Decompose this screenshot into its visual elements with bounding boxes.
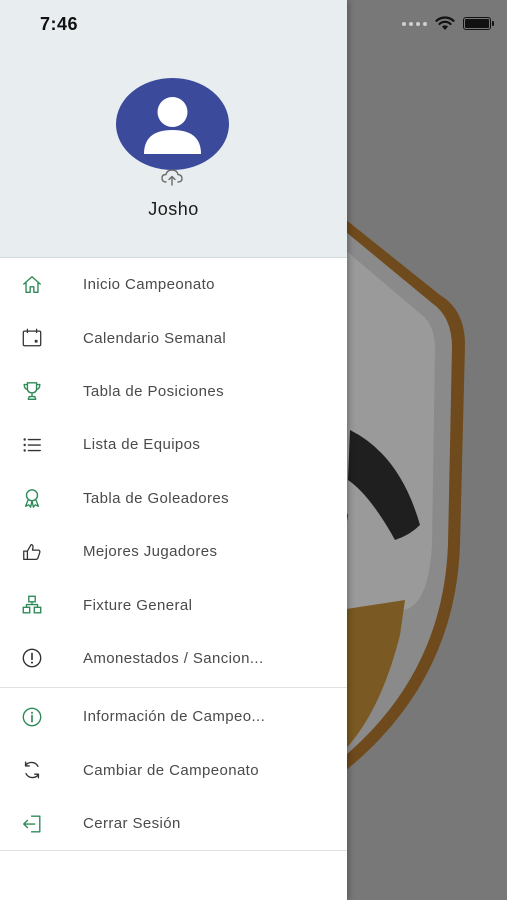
info-icon — [20, 705, 44, 729]
trophy-icon — [20, 379, 44, 403]
menu-item-label: Fixture General — [83, 596, 193, 614]
menu-item-label: Inicio Campeonato — [83, 276, 215, 294]
award-icon — [20, 486, 44, 510]
secondary-menu: Información de Campeo... Cambiar de Camp… — [0, 690, 347, 850]
menu-item-label: Cerrar Sesión — [83, 815, 181, 833]
menu-item-mejores-jugadores[interactable]: Mejores Jugadores — [0, 525, 347, 578]
menu-item-label: Información de Campeo... — [83, 708, 266, 726]
menu-item-tabla-posiciones[interactable]: Tabla de Posiciones — [0, 365, 347, 418]
menu-item-informacion-campeonato[interactable]: Información de Campeo... — [0, 690, 347, 743]
menu-item-label: Cambiar de Campeonato — [83, 761, 259, 779]
alert-icon — [20, 646, 44, 670]
list-icon — [20, 433, 44, 457]
main-menu: Inicio Campeonato Calendario Semanal Tab… — [0, 258, 347, 685]
navigation-drawer: Josho Inicio Campeonato Calendario Seman… — [0, 0, 347, 900]
fixture-icon — [20, 593, 44, 617]
menu-item-calendario-semanal[interactable]: Calendario Semanal — [0, 311, 347, 364]
menu-item-label: Mejores Jugadores — [83, 543, 218, 561]
menu-item-inicio-campeonato[interactable]: Inicio Campeonato — [0, 258, 347, 311]
menu-item-lista-equipos[interactable]: Lista de Equipos — [0, 418, 347, 471]
menu-item-cerrar-sesion[interactable]: Cerrar Sesión — [0, 797, 347, 850]
wifi-icon — [435, 16, 455, 30]
menu-item-tabla-goleadores[interactable]: Tabla de Goleadores — [0, 472, 347, 525]
status-time: 7:46 — [40, 14, 79, 34]
menu-item-label: Calendario Semanal — [83, 329, 227, 347]
thumbs-up-icon — [20, 540, 44, 564]
menu-item-label: Tabla de Goleadores — [83, 489, 230, 507]
home-icon — [20, 273, 44, 297]
status-icons — [402, 16, 494, 31]
menu-item-label: Tabla de Posiciones — [83, 382, 225, 400]
menu-item-amonestados[interactable]: Amonestados / Sancion... — [0, 632, 347, 685]
menu-divider — [0, 687, 347, 689]
signal-icon — [402, 21, 427, 26]
menu-item-fixture-general[interactable]: Fixture General — [0, 578, 347, 631]
user-name: Josho — [148, 199, 199, 219]
menu-item-label: Lista de Equipos — [83, 436, 201, 454]
user-avatar-icon — [144, 97, 201, 154]
calendar-icon — [20, 326, 44, 350]
refresh-icon — [20, 758, 44, 782]
avatar[interactable] — [116, 78, 229, 170]
cloud-upload-icon[interactable] — [161, 168, 183, 186]
menu-item-label: Amonestados / Sancion... — [83, 649, 264, 667]
logout-icon — [20, 812, 44, 836]
battery-icon — [463, 17, 494, 30]
menu-item-cambiar-campeonato[interactable]: Cambiar de Campeonato — [0, 744, 347, 797]
menu-bottom-divider — [0, 850, 347, 852]
status-bar: 7:46 — [0, 0, 507, 48]
